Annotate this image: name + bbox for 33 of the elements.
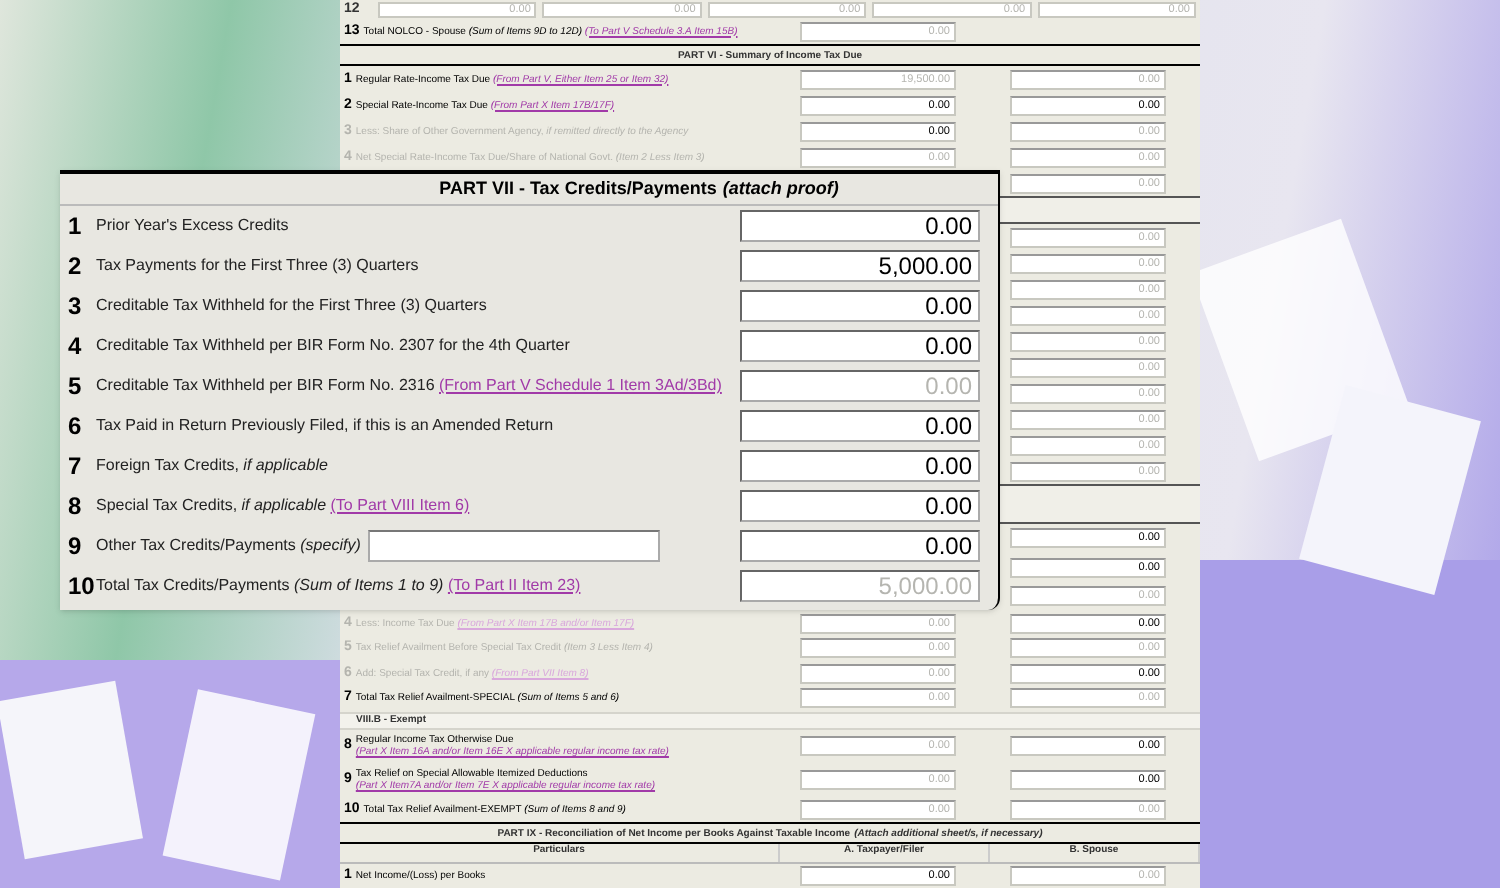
item-number: 3: [68, 290, 84, 324]
amount-field[interactable]: 0.00: [740, 210, 980, 242]
item-number: 5: [68, 370, 84, 404]
amount-field[interactable]: 5,000.00: [740, 250, 980, 282]
amount-field[interactable]: 0.00: [740, 490, 980, 522]
item-number: 4: [68, 330, 84, 364]
item-label: Prior Year's Excess Credits: [96, 216, 291, 236]
item-number: 8: [68, 490, 84, 524]
item-label: Creditable Tax Withheld per BIR Form No. 2307 for the 4th Quarter: [96, 336, 572, 356]
amount-field[interactable]: 0.00: [740, 530, 980, 562]
item-number: 6: [68, 410, 84, 444]
item-label: Other Tax Credits/Payments (specify): [96, 536, 361, 556]
amount-field[interactable]: 0.00: [740, 290, 980, 322]
item-label: Total Tax Credits/Payments (Sum of Items 1 to 9) (To Part II Item 23): [96, 576, 583, 596]
item-number: 10: [68, 570, 96, 604]
item-number: 7: [68, 450, 84, 484]
item-label: Tax Paid in Return Previously Filed, if this is an Amended Return: [96, 416, 556, 436]
item-label: Special Tax Credits, if applicable (To Part VIII Item 6): [96, 496, 472, 516]
item-number: 2: [68, 250, 84, 284]
item-number: 1: [68, 210, 84, 244]
item-label: Creditable Tax Withheld per BIR Form No. 2316 (From Part V Schedule 1 Item 3Ad/3Bd): [96, 376, 724, 396]
amount-field[interactable]: 0.00: [740, 450, 980, 482]
form-link[interactable]: (From Part V Schedule 1 Item 3Ad/3Bd): [439, 376, 722, 394]
item-label: Creditable Tax Withheld for the First Three (3) Quarters: [96, 296, 489, 316]
amount-field[interactable]: 0.00: [740, 330, 980, 362]
section-header: PART VII - Tax Credits/Payments (attach proof): [60, 174, 998, 206]
item-label: Foreign Tax Credits, if applicable: [96, 456, 330, 476]
item-number: 9: [68, 530, 84, 564]
specify-input-field[interactable]: [368, 530, 661, 562]
form-link[interactable]: (To Part VIII Item 6): [330, 496, 470, 514]
item-label: Tax Payments for the First Three (3) Quarters: [96, 256, 421, 276]
form-link[interactable]: (To Part II Item 23): [447, 576, 581, 594]
amount-field[interactable]: 0.00: [740, 410, 980, 442]
